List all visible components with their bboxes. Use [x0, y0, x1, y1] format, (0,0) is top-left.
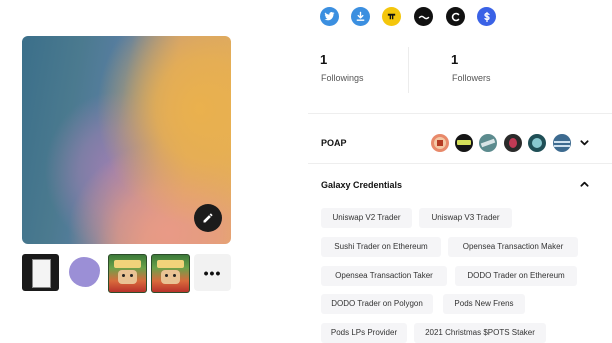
pencil-icon: [203, 213, 213, 223]
followers-label[interactable]: Followers: [452, 73, 491, 83]
section-divider: [308, 113, 612, 114]
poap-badge-2[interactable]: [455, 134, 473, 152]
credential-tag[interactable]: DODO Trader on Ethereum: [455, 266, 577, 286]
followers-count[interactable]: 1: [451, 52, 458, 67]
avatar-thumbnail-1[interactable]: [22, 254, 59, 291]
poap-badge-6[interactable]: [553, 134, 571, 152]
avatar-thumbnail-3[interactable]: [108, 254, 147, 293]
poap-badge-5[interactable]: [528, 134, 546, 152]
more-thumbnails-button[interactable]: •••: [194, 254, 231, 291]
galaxy-credentials-title: Galaxy Credentials: [321, 180, 403, 190]
credential-tag[interactable]: Pods New Frens: [443, 294, 525, 314]
rabbit-hole-icon: [387, 13, 396, 20]
c-logo-link[interactable]: [446, 7, 465, 26]
credential-tag[interactable]: Uniswap V3 Trader: [419, 208, 512, 228]
mirror-link[interactable]: [414, 7, 433, 26]
edit-avatar-button[interactable]: [194, 204, 222, 232]
galaxy-collapse-chevron-up-icon[interactable]: [580, 180, 589, 188]
section-divider: [308, 163, 612, 164]
stats-divider: [408, 47, 409, 93]
followings-label[interactable]: Followings: [321, 73, 364, 83]
more-label: •••: [203, 264, 222, 281]
rabbit-hole-link[interactable]: [382, 7, 401, 26]
credential-tag[interactable]: Uniswap V2 Trader: [321, 208, 412, 228]
credential-tag[interactable]: Opensea Transaction Taker: [321, 266, 447, 286]
credential-tag[interactable]: DODO Trader on Polygon: [321, 294, 433, 314]
mirror-icon: [418, 15, 429, 19]
credential-tag[interactable]: Opensea Transaction Maker: [448, 237, 578, 257]
poap-title: POAP: [321, 138, 347, 148]
credential-tag[interactable]: 2021 Christmas $POTS Staker: [414, 323, 546, 343]
download-icon: [356, 11, 365, 21]
avatar-thumbnail-2[interactable]: [67, 254, 104, 291]
poap-badge-3[interactable]: [479, 134, 497, 152]
download-link[interactable]: [351, 7, 370, 26]
profile-avatar-image: [22, 36, 231, 244]
twitter-link[interactable]: [320, 7, 339, 26]
twitter-icon: [324, 12, 335, 21]
poap-expand-chevron-down-icon[interactable]: [580, 139, 589, 147]
avatar-thumbnail-4[interactable]: [151, 254, 190, 293]
credential-tag[interactable]: Pods LPs Provider: [321, 323, 407, 343]
credential-tag[interactable]: Sushi Trader on Ethereum: [321, 237, 441, 257]
poap-badge-1[interactable]: [431, 134, 449, 152]
poap-badge-4[interactable]: [504, 134, 522, 152]
c-logo-icon: [451, 12, 459, 21]
dollar-icon: [483, 11, 490, 22]
followings-count[interactable]: 1: [320, 52, 327, 67]
dollar-link[interactable]: [477, 7, 496, 26]
